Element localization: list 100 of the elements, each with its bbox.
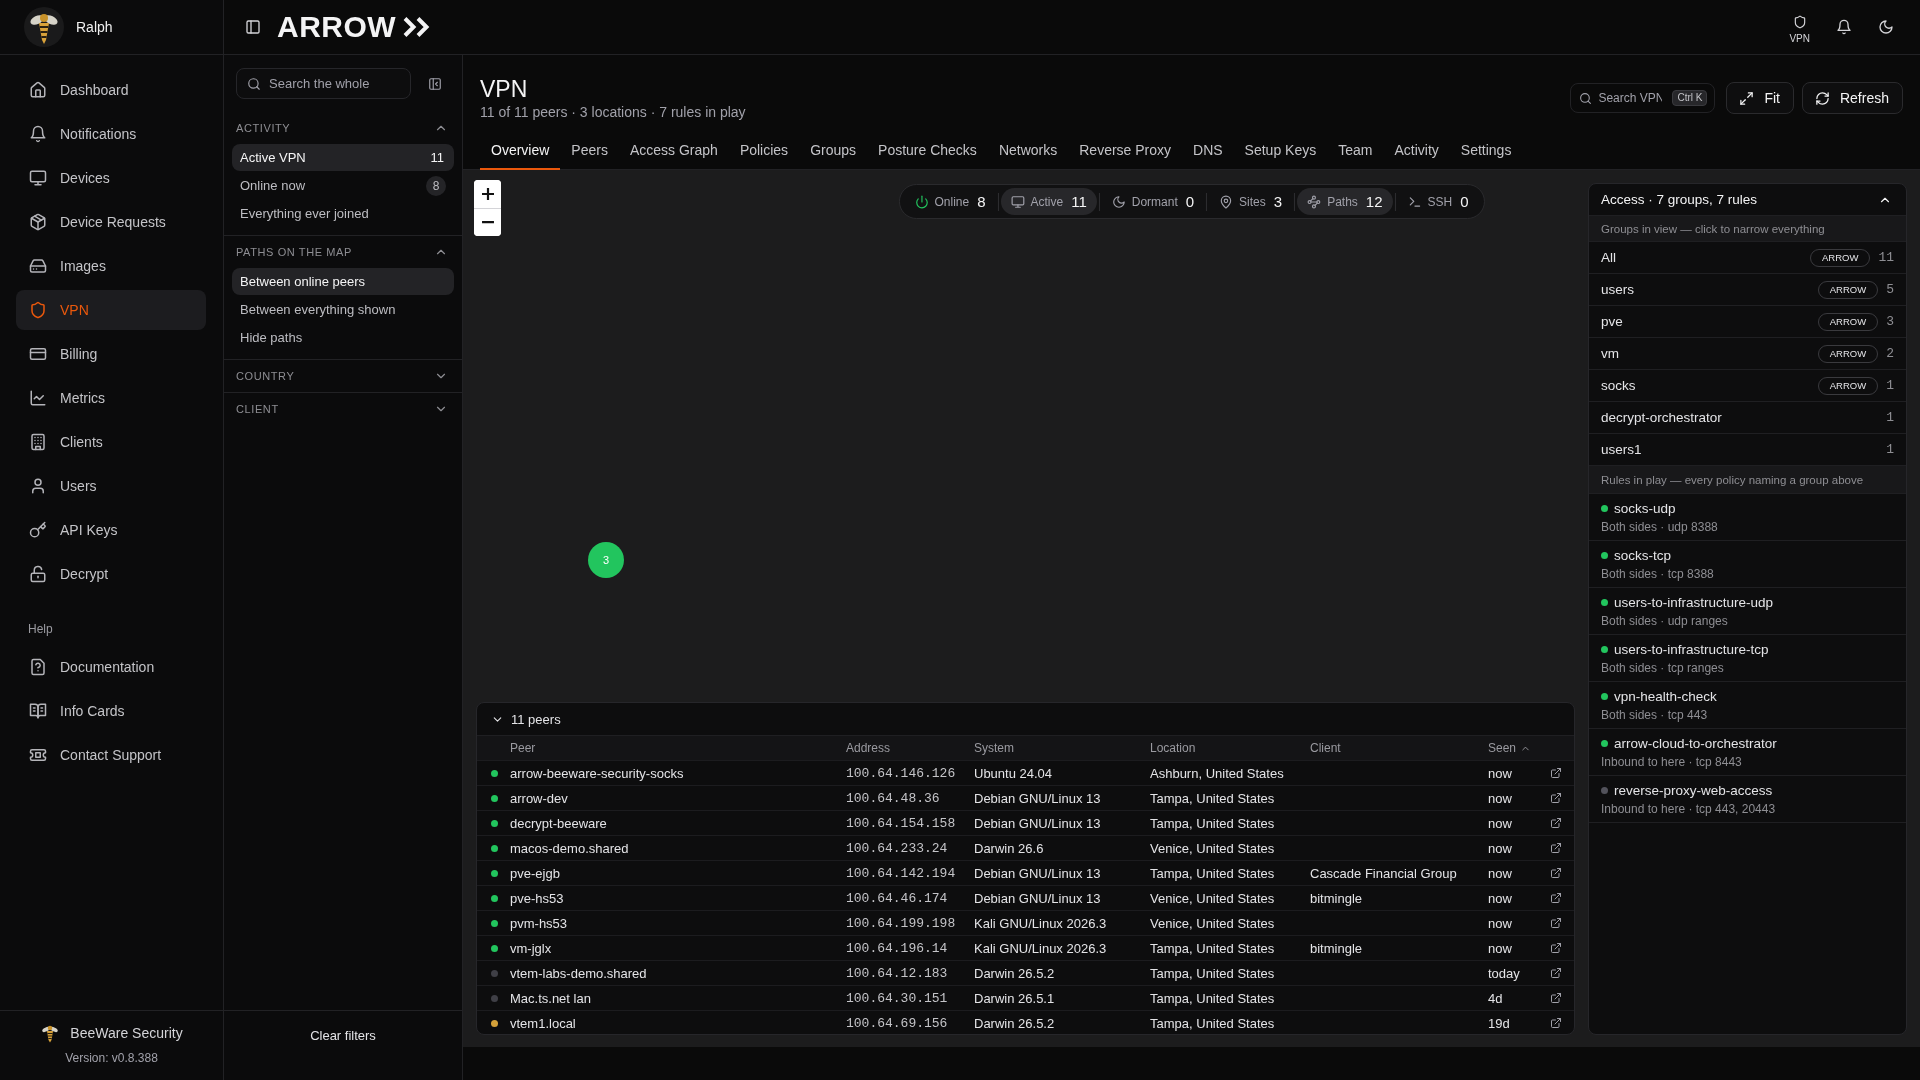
- group-row[interactable]: decrypt-orchestrator 1: [1589, 402, 1906, 434]
- external-link-icon[interactable]: [1550, 942, 1562, 954]
- package-icon: [29, 213, 47, 231]
- zoom-out-button[interactable]: [474, 208, 501, 236]
- tab[interactable]: Setup Keys: [1233, 131, 1328, 170]
- stat-filter[interactable]: SSH 0: [1397, 188, 1479, 215]
- section-hint: Rules in play — every policy naming a group above: [1589, 466, 1906, 494]
- nav-item[interactable]: VPN: [16, 290, 206, 330]
- group-row[interactable]: users ARROW 5: [1589, 274, 1906, 306]
- refresh-button[interactable]: Refresh: [1801, 82, 1903, 114]
- filter-option[interactable]: Between online peers: [232, 268, 454, 295]
- minus-icon: [481, 221, 494, 224]
- panel-toggle-icon[interactable]: [245, 19, 261, 35]
- filter-option[interactable]: Everything ever joined: [232, 200, 454, 227]
- nav-item[interactable]: Device Requests: [16, 202, 206, 242]
- nav-item[interactable]: Devices: [16, 158, 206, 198]
- map-placeholder[interactable]: [463, 170, 1920, 1047]
- external-link-icon[interactable]: [1550, 867, 1562, 879]
- stat-filter[interactable]: Sites 3: [1209, 188, 1293, 215]
- nav-item[interactable]: Metrics: [16, 378, 206, 418]
- external-link-icon[interactable]: [1550, 817, 1562, 829]
- nav-item[interactable]: Images: [16, 246, 206, 286]
- group-count: 1: [1886, 378, 1894, 393]
- column-header[interactable]: Client: [1310, 741, 1341, 755]
- notifications-bell-icon[interactable]: [1836, 19, 1852, 35]
- external-link-icon[interactable]: [1550, 992, 1562, 1004]
- vpn-status-button[interactable]: VPN: [1789, 14, 1810, 44]
- bee-logo-icon: [24, 7, 64, 47]
- search-field[interactable]: Search the whole: [236, 68, 411, 99]
- section-header[interactable]: CLIENT: [232, 393, 454, 425]
- monitor-icon: [1010, 194, 1025, 209]
- collapse-panel-icon[interactable]: [428, 76, 442, 91]
- stat-filter[interactable]: Paths 12: [1297, 188, 1393, 215]
- nav-item[interactable]: API Keys: [16, 510, 206, 550]
- filter-option[interactable]: Hide paths: [232, 324, 454, 351]
- nav-item[interactable]: Notifications: [16, 114, 206, 154]
- column-header[interactable]: Address: [846, 741, 891, 755]
- rule-name: socks-udp: [1614, 500, 1676, 516]
- external-link-icon[interactable]: [1550, 892, 1562, 904]
- column-header[interactable]: Seen: [1488, 741, 1532, 755]
- external-link-icon[interactable]: [1550, 917, 1562, 929]
- table-cell: Tampa, United States: [1150, 940, 1275, 956]
- hard-drive-icon: [29, 257, 47, 275]
- table-cell: 100.64.30.151: [846, 990, 948, 1006]
- nav-item[interactable]: Contact Support: [16, 735, 206, 775]
- stat-filter[interactable]: Online 8: [904, 188, 996, 215]
- group-row[interactable]: vm ARROW 2: [1589, 338, 1906, 370]
- tab[interactable]: Groups: [799, 131, 868, 170]
- nav-item[interactable]: Documentation: [16, 647, 206, 687]
- tab[interactable]: Settings: [1449, 131, 1523, 170]
- group-count: 1: [1886, 442, 1894, 457]
- section-header[interactable]: COUNTRY: [232, 360, 454, 392]
- table-cell: 100.64.199.198: [846, 915, 956, 931]
- table-cell: arrow-beeware-security-socks: [510, 765, 684, 781]
- tab[interactable]: Access Graph: [618, 131, 729, 170]
- tab[interactable]: Activity: [1383, 131, 1450, 170]
- external-link-icon[interactable]: [1550, 767, 1562, 779]
- tab[interactable]: DNS: [1182, 131, 1234, 170]
- column-header[interactable]: Peer: [510, 741, 536, 755]
- table-cell: 100.64.196.14: [846, 940, 948, 956]
- tab[interactable]: Posture Checks: [867, 131, 988, 170]
- group-row[interactable]: All ARROW 11: [1589, 242, 1906, 274]
- filter-option[interactable]: Online now 8: [232, 172, 454, 199]
- tab[interactable]: Reverse Proxy: [1068, 131, 1183, 170]
- column-header[interactable]: Location: [1150, 741, 1196, 755]
- nav-item[interactable]: Users: [16, 466, 206, 506]
- tab[interactable]: Team: [1327, 131, 1384, 170]
- nav-item[interactable]: Dashboard: [16, 70, 206, 110]
- expand-arrows-icon: [1739, 90, 1755, 106]
- external-link-icon[interactable]: [1550, 792, 1562, 804]
- section-header[interactable]: PATHS ON THE MAP: [232, 236, 454, 268]
- nav-item[interactable]: Clients: [16, 422, 206, 462]
- moon-icon[interactable]: [1878, 19, 1894, 35]
- clear-filters-button[interactable]: Clear filters: [296, 1019, 390, 1051]
- tab[interactable]: Networks: [987, 131, 1069, 170]
- rule-detail: Both sides · udp ranges: [1601, 613, 1728, 628]
- filter-option[interactable]: Active VPN 11: [232, 144, 454, 171]
- credit-card-icon: [29, 345, 47, 363]
- column-header[interactable]: System: [974, 741, 1014, 755]
- section-header[interactable]: ACTIVITY: [232, 112, 454, 144]
- external-link-icon[interactable]: [1550, 842, 1562, 854]
- filter-option[interactable]: Between everything shown: [232, 296, 454, 323]
- fit-button[interactable]: Fit: [1726, 82, 1794, 114]
- nav-item[interactable]: Decrypt: [16, 554, 206, 594]
- external-link-icon[interactable]: [1550, 1017, 1562, 1029]
- stat-filter[interactable]: Dormant 0: [1101, 188, 1205, 215]
- house-icon: [29, 81, 47, 99]
- rule-name: vpn-health-check: [1614, 688, 1717, 704]
- tab[interactable]: Policies: [728, 131, 800, 170]
- rule-name: users-to-infrastructure-tcp: [1614, 641, 1769, 657]
- peers-toggle[interactable]: 11 peers: [489, 709, 565, 729]
- table-cell: 19d: [1488, 1015, 1510, 1031]
- group-row[interactable]: socks ARROW 1: [1589, 370, 1906, 402]
- stat-filter[interactable]: Active 11: [1000, 188, 1097, 215]
- table-cell: pve-hs53: [510, 890, 564, 906]
- group-row[interactable]: pve ARROW 3: [1589, 306, 1906, 338]
- nav-item[interactable]: Info Cards: [16, 691, 206, 731]
- nav-item[interactable]: Billing: [16, 334, 206, 374]
- external-link-icon[interactable]: [1550, 967, 1562, 979]
- tab[interactable]: Peers: [560, 131, 619, 170]
